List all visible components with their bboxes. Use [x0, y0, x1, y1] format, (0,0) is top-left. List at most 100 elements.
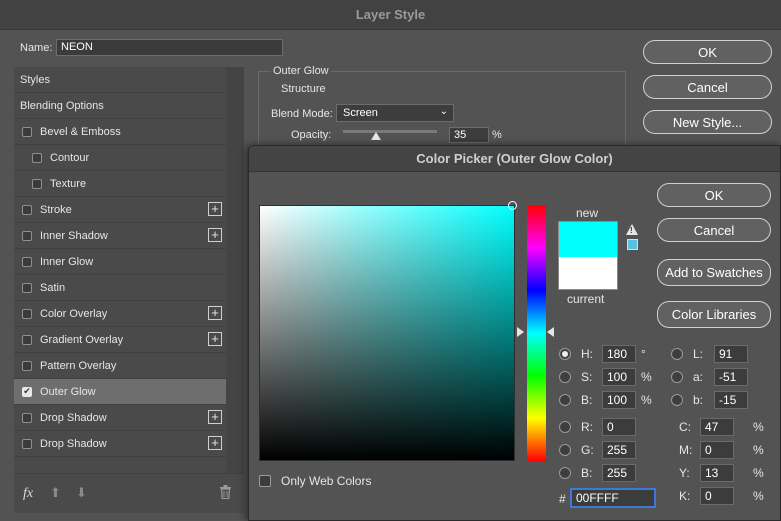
field-label-m: M: [679, 443, 693, 457]
field-input-a[interactable]: -51 [714, 368, 748, 386]
structure-subtitle: Structure [281, 83, 326, 95]
style-item[interactable]: Inner Shadow + [14, 223, 226, 249]
blend-mode-select[interactable]: Screen ⌄ [336, 104, 454, 122]
field-input-c[interactable]: 47 [700, 418, 734, 436]
field-label-a: a: [693, 370, 704, 384]
field-input-k[interactable]: 0 [700, 487, 734, 505]
style-checkbox[interactable] [32, 178, 42, 189]
field-input-bv[interactable]: 100 [602, 391, 636, 409]
blend-mode-value: Screen [343, 107, 378, 119]
style-checkbox[interactable] [22, 334, 32, 345]
radio-bv[interactable] [559, 394, 571, 406]
style-item[interactable]: Bevel & Emboss [14, 119, 226, 145]
style-item[interactable]: Gradient Overlay + [14, 327, 226, 353]
field-label-k: K: [679, 489, 691, 503]
opacity-slider-track[interactable] [343, 130, 437, 133]
field-label-r: R: [581, 420, 593, 434]
style-item[interactable]: Inner Glow [14, 249, 226, 275]
add-style-plus-icon[interactable]: + [208, 436, 222, 450]
style-checkbox[interactable] [22, 308, 32, 319]
radio-a[interactable] [671, 371, 683, 383]
field-label-b: b: [693, 393, 704, 407]
style-item[interactable]: Color Overlay + [14, 301, 226, 327]
style-item[interactable]: ✔ Outer Glow [14, 379, 226, 405]
style-checkbox[interactable] [22, 282, 32, 293]
style-item[interactable]: Styles [14, 67, 226, 93]
style-item[interactable]: Drop Shadow + [14, 431, 226, 457]
color-picker-dialog: Color Picker (Outer Glow Color) new curr… [248, 145, 781, 521]
style-checkbox[interactable]: ✔ [22, 386, 32, 397]
style-checkbox[interactable] [22, 126, 32, 137]
style-item-label: Satin [40, 281, 66, 294]
only-web-colors-checkbox[interactable] [259, 475, 271, 487]
field-input-g[interactable]: 255 [602, 441, 636, 459]
style-checkbox[interactable] [22, 412, 32, 423]
field-label-bc: B: [581, 466, 593, 480]
add-style-plus-icon[interactable]: + [208, 228, 222, 242]
cancel-button[interactable]: Cancel [643, 75, 772, 99]
radio-l[interactable] [671, 348, 683, 360]
radio-b[interactable] [671, 394, 683, 406]
layer-style-title: Layer Style [0, 0, 781, 30]
style-item[interactable]: Blending Options [14, 93, 226, 119]
field-label-h: H: [581, 347, 593, 361]
opacity-unit: % [492, 129, 502, 141]
style-item[interactable]: Contour [14, 145, 226, 171]
field-input-bc[interactable]: 255 [602, 464, 636, 482]
style-item[interactable]: Stroke + [14, 197, 226, 223]
radio-g[interactable] [559, 444, 571, 456]
field-input-b[interactable]: -15 [714, 391, 748, 409]
color-value-fields: H: 180 ° S: 100% B: 100% R: 0 G: 255 B: 255 L: 91 a: -51… [249, 146, 780, 520]
style-checkbox[interactable] [22, 438, 32, 449]
field-input-s[interactable]: 100 [602, 368, 636, 386]
style-checkbox[interactable] [32, 152, 42, 163]
style-item-label: Stroke [40, 203, 72, 216]
field-unit-m: % [753, 443, 764, 457]
add-style-plus-icon[interactable]: + [208, 410, 222, 424]
styles-scrollbar[interactable] [226, 67, 244, 473]
only-web-colors-label: Only Web Colors [281, 474, 372, 488]
field-input-y[interactable]: 13 [700, 464, 734, 482]
new-style-button[interactable]: New Style... [643, 110, 772, 134]
move-down-icon[interactable]: ⬇ [76, 485, 87, 501]
style-item-label: Gradient Overlay [40, 333, 124, 346]
radio-bc[interactable] [559, 467, 571, 479]
field-unit-h: ° [641, 347, 646, 361]
style-item-label: Inner Shadow [40, 229, 108, 242]
move-up-icon[interactable]: ⬆ [50, 485, 61, 501]
radio-h[interactable] [559, 348, 571, 360]
field-input-l[interactable]: 91 [714, 345, 748, 363]
add-style-plus-icon[interactable]: + [208, 332, 222, 346]
style-checkbox[interactable] [22, 204, 32, 215]
style-item[interactable]: Texture [14, 171, 226, 197]
field-label-s: S: [581, 370, 593, 384]
field-input-m[interactable]: 0 [700, 441, 734, 459]
style-checkbox[interactable] [22, 360, 32, 371]
layer-name-input[interactable]: NEON [56, 39, 283, 56]
opacity-slider-thumb[interactable] [370, 132, 381, 140]
style-item[interactable]: Satin [14, 275, 226, 301]
hex-input[interactable]: 00FFFF [571, 489, 655, 507]
style-checkbox[interactable] [22, 256, 32, 267]
field-label-l: L: [693, 347, 704, 361]
add-style-plus-icon[interactable]: + [208, 202, 222, 216]
radio-r[interactable] [559, 421, 571, 433]
trash-icon[interactable] [219, 485, 232, 502]
style-item-label: Contour [50, 151, 90, 164]
field-input-r[interactable]: 0 [602, 418, 636, 436]
style-item[interactable]: Pattern Overlay [14, 353, 226, 379]
fx-icon[interactable]: fx [23, 486, 33, 502]
ok-button[interactable]: OK [643, 40, 772, 64]
add-style-plus-icon[interactable]: + [208, 306, 222, 320]
radio-s[interactable] [559, 371, 571, 383]
style-item-label: Inner Glow [40, 255, 94, 268]
styles-footer: fx ⬆ ⬇ [14, 473, 244, 513]
opacity-input[interactable]: 35 [449, 127, 489, 143]
field-unit-k: % [753, 489, 764, 503]
field-input-h[interactable]: 180 [602, 345, 636, 363]
style-item[interactable]: Drop Shadow + [14, 405, 226, 431]
hex-label: # [559, 492, 566, 506]
style-item-label: Texture [50, 177, 87, 190]
field-unit-s: % [641, 370, 652, 384]
style-checkbox[interactable] [22, 230, 32, 241]
